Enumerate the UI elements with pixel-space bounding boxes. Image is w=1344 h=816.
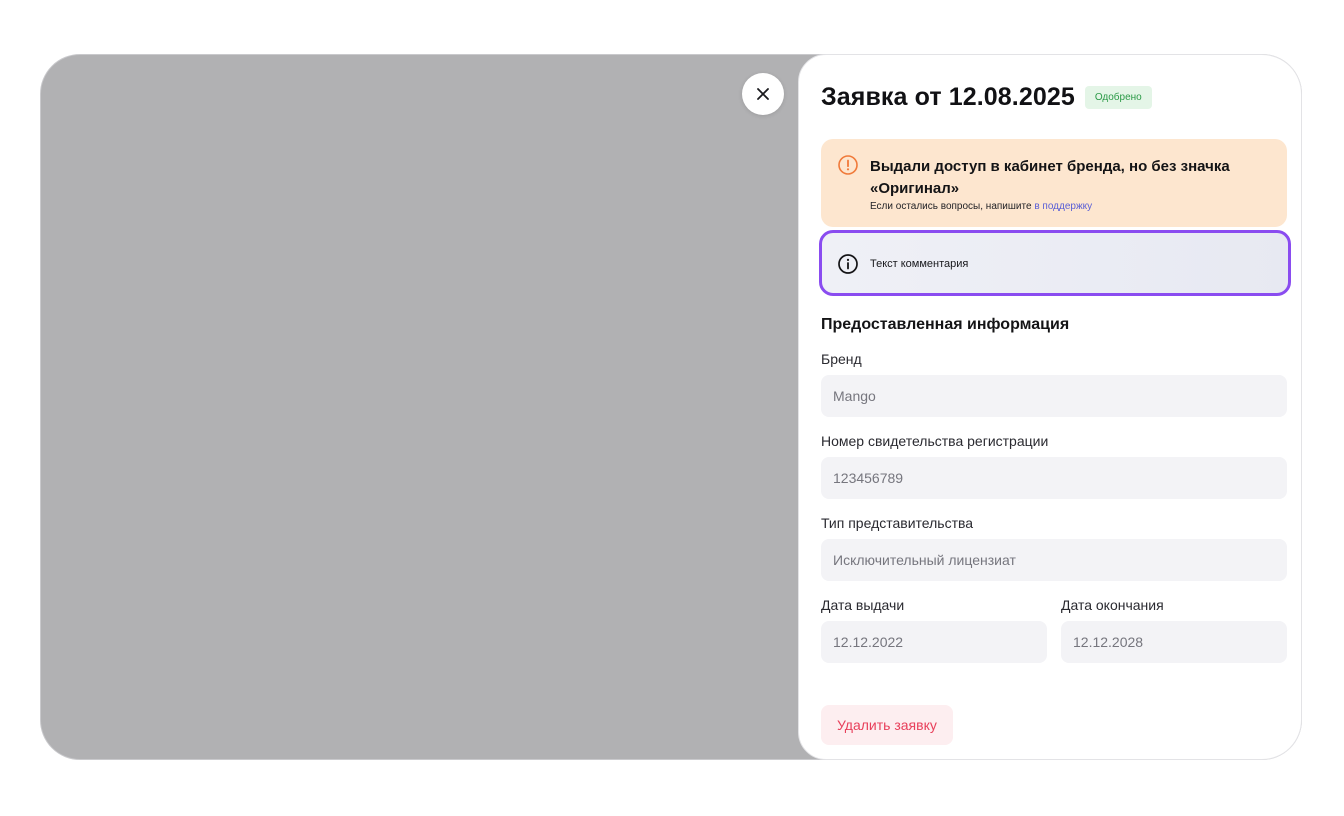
application-panel: Заявка от 12.08.2025 Одобрено Выдали дос… [798, 54, 1302, 760]
comment-box: Текст комментария [819, 230, 1291, 296]
issue-date-label: Дата выдачи [821, 597, 905, 613]
warning-banner: Выдали доступ в кабинет бренда, но без з… [821, 139, 1287, 227]
info-circle-icon [838, 254, 858, 274]
representation-label: Тип представительства [821, 515, 974, 531]
status-badge: Одобрено [1084, 86, 1152, 109]
certificate-label: Номер свидетельства регистрации [821, 433, 1049, 449]
issue-date-field: 12.12.2022 [821, 621, 1047, 663]
panel-header: Заявка от 12.08.2025 Одобрено [821, 83, 1152, 112]
brand-label: Бренд [821, 351, 862, 367]
comment-text: Текст комментария [870, 258, 969, 270]
end-date-field: 12.12.2028 [1061, 621, 1287, 663]
alert-circle-icon [838, 155, 858, 175]
warning-title: Выдали доступ в кабинет бренда, но без з… [870, 158, 1230, 197]
page-title: Заявка от 12.08.2025 [821, 83, 1075, 111]
warning-subtitle: Если остались вопросы, напишите в поддер… [870, 201, 1092, 212]
certificate-field: 123456789 [821, 457, 1287, 499]
close-icon [757, 88, 769, 100]
end-date-label: Дата окончания [1061, 597, 1164, 613]
brand-field: Mango [821, 375, 1287, 417]
delete-application-button[interactable]: Удалить заявку [821, 705, 953, 745]
close-button[interactable] [742, 73, 784, 115]
support-link[interactable]: в поддержку [1034, 201, 1092, 212]
representation-field: Исключительный лицензиат [821, 539, 1287, 581]
section-title: Предоставленная информация [821, 316, 1070, 333]
warning-subtitle-text: Если остались вопросы, напишите [870, 201, 1032, 212]
